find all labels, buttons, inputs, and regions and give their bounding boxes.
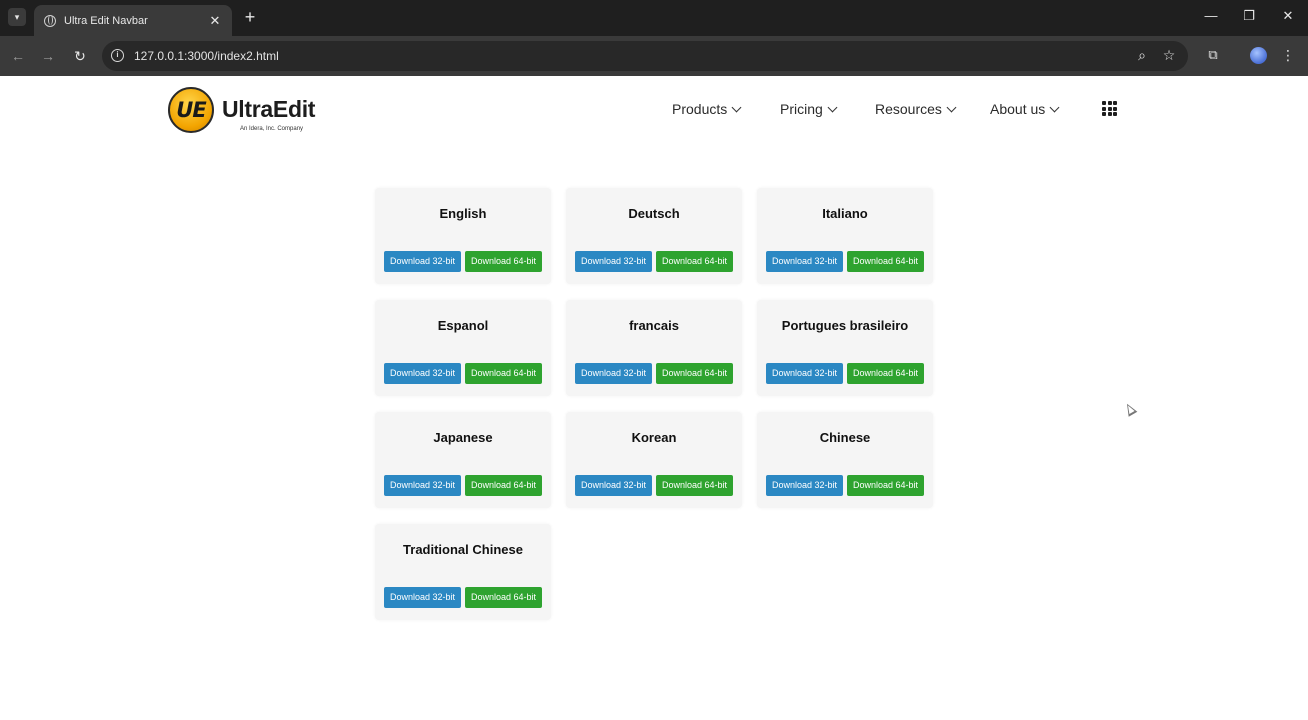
download-32bit-button[interactable]: Download 32-bit xyxy=(575,363,652,384)
download-64bit-button[interactable]: Download 64-bit xyxy=(656,251,733,272)
tab-search-icon[interactable]: ▾ xyxy=(8,8,26,26)
logo-wordmark: UltraEdit xyxy=(222,96,316,122)
language-card-portugues-brasileiro: Portugues brasileiro Download 32-bit Dow… xyxy=(757,300,933,396)
restore-icon[interactable]: ❐ xyxy=(1239,8,1259,24)
zoom-icon[interactable]: ⌕ xyxy=(1133,47,1151,64)
language-name: Italiano xyxy=(822,206,868,221)
download-32bit-button[interactable]: Download 32-bit xyxy=(766,363,843,384)
url-text[interactable]: 127.0.0.1:3000/index2.html xyxy=(134,49,279,63)
window-close-icon[interactable]: ✕ xyxy=(1278,8,1298,24)
browser-tab-bar: ▾ Ultra Edit Navbar ✕ + — ❐ ✕ xyxy=(0,0,1308,36)
language-card-francais: francais Download 32-bit Download 64-bit xyxy=(566,300,742,396)
chevron-down-icon xyxy=(731,102,742,112)
download-32bit-button[interactable]: Download 32-bit xyxy=(766,475,843,496)
nav-about-us[interactable]: About us xyxy=(990,101,1060,117)
nav-about-us-label: About us xyxy=(990,101,1046,117)
profile-avatar[interactable] xyxy=(1250,47,1267,64)
language-name: Korean xyxy=(631,430,677,445)
language-card-english: English Download 32-bit Download 64-bit xyxy=(375,188,551,284)
chevron-down-icon xyxy=(1049,102,1060,112)
logo-tagline: An Idera, Inc. Company xyxy=(240,126,304,132)
ultraedit-logo[interactable]: UE UltraEdit An Idera, Inc. Company xyxy=(168,87,328,135)
language-name: Portugues brasileiro xyxy=(781,318,909,333)
reload-icon[interactable]: ↻ xyxy=(70,46,90,66)
nav-pricing[interactable]: Pricing xyxy=(780,101,838,117)
download-64bit-button[interactable]: Download 64-bit xyxy=(847,475,924,496)
language-card-espanol: Espanol Download 32-bit Download 64-bit xyxy=(375,300,551,396)
address-bar[interactable]: i 127.0.0.1:3000/index2.html ⌕ ☆ xyxy=(102,41,1188,71)
browser-tab[interactable]: Ultra Edit Navbar ✕ xyxy=(34,5,232,36)
download-64bit-button[interactable]: Download 64-bit xyxy=(847,363,924,384)
kebab-menu-icon[interactable]: ⋮ xyxy=(1281,46,1295,64)
download-32bit-button[interactable]: Download 32-bit xyxy=(384,587,461,608)
site-navbar: UE UltraEdit An Idera, Inc. Company Prod… xyxy=(0,76,1308,146)
close-icon[interactable]: ✕ xyxy=(208,13,222,29)
download-64bit-button[interactable]: Download 64-bit xyxy=(465,587,542,608)
download-32bit-button[interactable]: Download 32-bit xyxy=(384,363,461,384)
language-name: francais xyxy=(629,318,679,333)
site-info-icon[interactable]: i xyxy=(111,49,124,62)
extensions-icon[interactable]: ⧉ xyxy=(1204,46,1222,64)
download-32bit-button[interactable]: Download 32-bit xyxy=(766,251,843,272)
star-icon[interactable]: ☆ xyxy=(1160,47,1178,64)
forward-arrow-icon[interactable]: → xyxy=(38,46,58,66)
nav-resources[interactable]: Resources xyxy=(875,101,957,117)
language-name: Deutsch xyxy=(628,206,680,221)
nav-pricing-label: Pricing xyxy=(780,101,823,117)
minimize-icon[interactable]: — xyxy=(1201,8,1221,23)
language-name: Espanol xyxy=(437,318,489,333)
language-name: Japanese xyxy=(433,430,493,445)
download-64bit-button[interactable]: Download 64-bit xyxy=(465,251,542,272)
nav-resources-label: Resources xyxy=(875,101,942,117)
download-32bit-button[interactable]: Download 32-bit xyxy=(575,251,652,272)
language-card-japanese: Japanese Download 32-bit Download 64-bit xyxy=(375,412,551,508)
language-name: Chinese xyxy=(819,430,871,445)
logo-badge: UE xyxy=(168,87,214,133)
language-card-korean: Korean Download 32-bit Download 64-bit xyxy=(566,412,742,508)
mouse-cursor-icon xyxy=(1122,401,1138,417)
tab-title: Ultra Edit Navbar xyxy=(64,14,148,27)
language-card-deutsch: Deutsch Download 32-bit Download 64-bit xyxy=(566,188,742,284)
chevron-down-icon xyxy=(946,102,957,112)
download-64bit-button[interactable]: Download 64-bit xyxy=(465,475,542,496)
download-64bit-button[interactable]: Download 64-bit xyxy=(656,363,733,384)
globe-icon xyxy=(44,14,56,27)
download-64bit-button[interactable]: Download 64-bit xyxy=(465,363,542,384)
back-arrow-icon[interactable]: ← xyxy=(8,46,28,66)
download-32bit-button[interactable]: Download 32-bit xyxy=(575,475,652,496)
download-32bit-button[interactable]: Download 32-bit xyxy=(384,251,461,272)
download-64bit-button[interactable]: Download 64-bit xyxy=(847,251,924,272)
download-64bit-button[interactable]: Download 64-bit xyxy=(656,475,733,496)
language-card-chinese: Chinese Download 32-bit Download 64-bit xyxy=(757,412,933,508)
nav-products-label: Products xyxy=(672,101,728,117)
apps-grid-icon[interactable] xyxy=(1102,101,1117,116)
language-card-italiano: Italiano Download 32-bit Download 64-bit xyxy=(757,188,933,284)
nav-products[interactable]: Products xyxy=(672,101,742,117)
language-name: Traditional Chinese xyxy=(403,542,523,557)
language-card-traditional-chinese: Traditional Chinese Download 32-bit Down… xyxy=(375,524,551,620)
download-32bit-button[interactable]: Download 32-bit xyxy=(384,475,461,496)
browser-toolbar: ← → ↻ i 127.0.0.1:3000/index2.html ⌕ ☆ ⧉… xyxy=(0,36,1308,76)
language-name: English xyxy=(439,206,487,221)
plus-icon[interactable]: + xyxy=(240,7,260,27)
chevron-down-icon xyxy=(827,102,838,112)
